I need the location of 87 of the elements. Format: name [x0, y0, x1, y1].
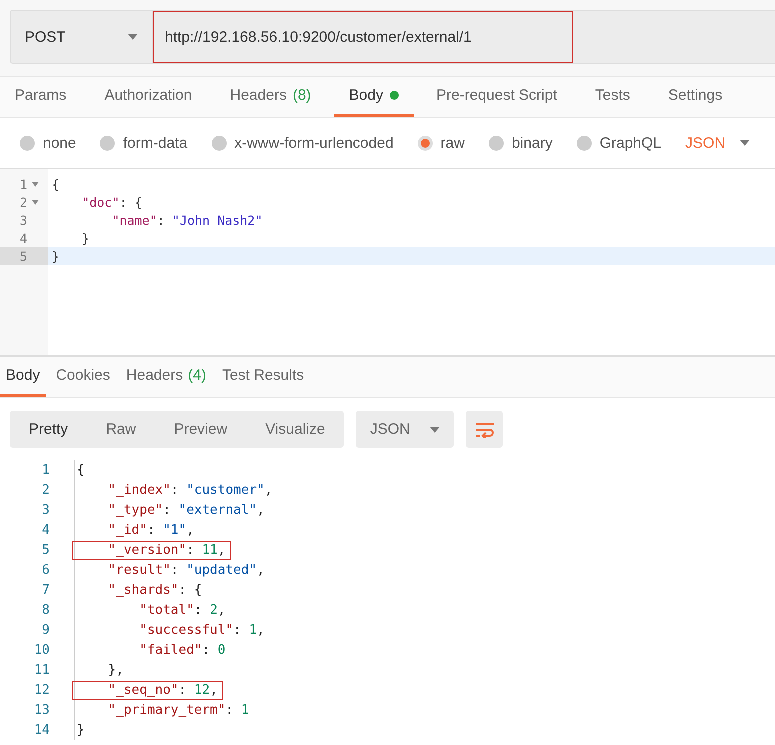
line-number: 4	[20, 230, 28, 246]
radio-label: form-data	[123, 134, 188, 152]
request-tab[interactable]: Settings	[653, 77, 738, 117]
code-line: "doc": {	[81, 194, 142, 210]
line-number: 2	[20, 194, 28, 210]
request-tab[interactable]: Tests	[580, 77, 646, 117]
request-tab[interactable]: Params	[0, 77, 82, 117]
code-line: }	[76, 722, 86, 738]
line-number: 1	[20, 176, 28, 192]
code-line: "_seq_no": 12,	[73, 682, 222, 698]
radio-button[interactable]	[212, 136, 227, 150]
request-tab[interactable]: Pre-request Script	[422, 77, 572, 117]
code-line: {	[51, 176, 60, 192]
code-line: "_index": "customer",	[107, 482, 274, 498]
fold-caret-icon[interactable]	[32, 182, 39, 186]
code-line: }	[81, 230, 90, 246]
response-tab[interactable]: Test Results	[216, 357, 310, 397]
code-line: "result": "updated",	[107, 562, 266, 578]
line-number: 5	[20, 248, 28, 264]
line-number: 4	[41, 522, 51, 538]
radio-button[interactable]	[418, 136, 433, 150]
line-number: 9	[41, 622, 51, 638]
code-line: "_type": "external",	[107, 502, 266, 518]
code-line: {	[76, 462, 86, 478]
line-number: 6	[41, 562, 51, 578]
code-line: "_primary_term": 1	[107, 702, 250, 718]
code-line: "successful": 1,	[138, 622, 266, 638]
radio-button[interactable]	[576, 136, 592, 150]
code-line: "_version": 11,	[73, 542, 230, 558]
format-dropdown[interactable]: JSON	[356, 411, 454, 448]
dropdown-caret-icon	[740, 140, 750, 146]
wrap-lines-button[interactable]	[466, 411, 504, 448]
line-number: 2	[41, 482, 51, 498]
line-number: 3	[20, 212, 28, 228]
code-line: "total": 2,	[138, 602, 227, 618]
line-number: 14	[33, 722, 51, 738]
radio-label: binary	[512, 134, 553, 152]
tab-label: Pre-request Script	[436, 87, 558, 104]
radio-label: x-www-form-urlencoded	[234, 134, 394, 152]
response-tab[interactable]: Cookies	[50, 357, 116, 397]
tab-label: Cookies	[56, 367, 110, 384]
request-editor[interactable]: 1 { 2 "doc": { 3 "name": "John Nash2" 4 } 5 }	[0, 169, 775, 357]
code-line: },	[107, 662, 125, 678]
request-tab[interactable]: Authorization	[90, 77, 208, 117]
format-dropdown[interactable]: JSON	[686, 134, 726, 152]
code-line: "_id": "1",	[107, 522, 196, 538]
radio-button[interactable]	[20, 136, 35, 150]
line-number: 11	[33, 662, 51, 678]
fold-caret-icon[interactable]	[32, 200, 39, 204]
tab-count: (8)	[292, 87, 312, 104]
request-tab[interactable]: Body	[334, 77, 414, 117]
radio-button[interactable]	[488, 136, 504, 150]
radio-label: none	[43, 134, 76, 152]
line-number: 1	[41, 462, 51, 478]
tab-label: Tests	[595, 87, 630, 104]
response-tab[interactable]: Headers (4)	[120, 357, 212, 397]
radio-label: raw	[440, 134, 465, 152]
tab-label: Authorization	[104, 87, 192, 104]
view-mode-button[interactable]: Visualize	[246, 411, 344, 448]
line-number: 13	[33, 702, 51, 718]
code-line: }	[51, 248, 60, 264]
request-tab[interactable]: Headers (8)	[215, 77, 326, 117]
line-number: 10	[33, 642, 51, 658]
radio-button[interactable]	[100, 136, 116, 150]
line-number: 3	[41, 502, 51, 518]
tab-label: Body	[6, 367, 40, 384]
view-mode-button[interactable]: Raw	[87, 411, 156, 448]
radio-label: GraphQL	[600, 134, 662, 152]
line-number: 5	[41, 542, 51, 558]
tab-label: Headers	[126, 367, 184, 384]
view-mode-button[interactable]: Preview	[155, 411, 247, 448]
line-number: 8	[41, 602, 51, 618]
code-line: "_shards": {	[107, 582, 204, 598]
line-number: 7	[41, 582, 51, 598]
response-tab[interactable]: Body	[0, 357, 46, 397]
view-mode-button[interactable]: Pretty	[10, 411, 88, 448]
wrap-icon	[474, 422, 495, 438]
dropdown-caret-icon	[430, 426, 440, 432]
tab-count: (4)	[188, 367, 206, 384]
code-line: "name": "John Nash2"	[111, 212, 263, 228]
line-number: 12	[33, 682, 51, 698]
tab-label: Test Results	[222, 367, 304, 384]
tab-label: Headers	[230, 87, 287, 104]
tab-label: Settings	[668, 87, 723, 104]
tab-label: Body	[349, 87, 384, 104]
code-line: "failed": 0	[138, 642, 227, 658]
tab-label: Params	[15, 87, 67, 104]
